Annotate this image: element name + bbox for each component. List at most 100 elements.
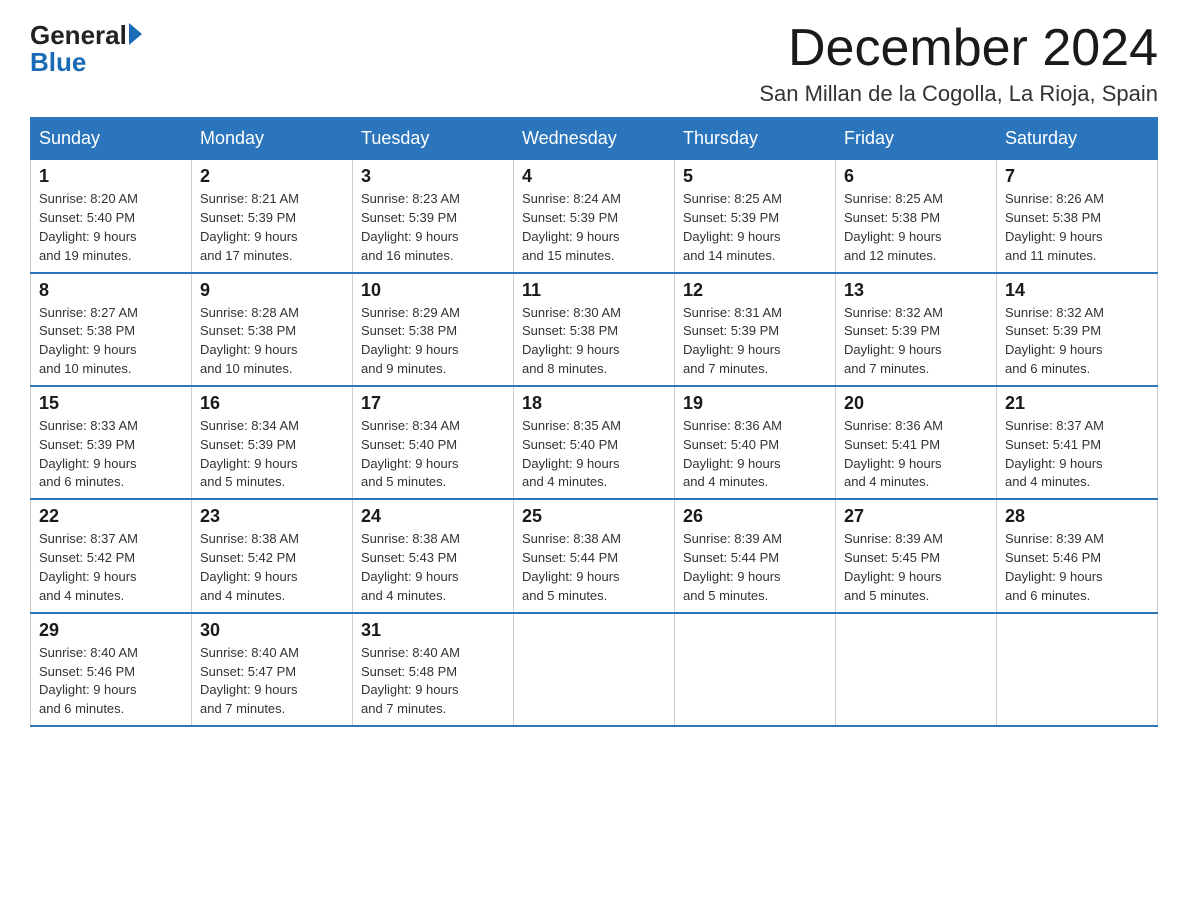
calendar-cell: 7 Sunrise: 8:26 AMSunset: 5:38 PMDayligh… (997, 160, 1158, 273)
month-title: December 2024 (759, 20, 1158, 77)
calendar-cell: 12 Sunrise: 8:31 AMSunset: 5:39 PMDaylig… (675, 273, 836, 386)
day-info: Sunrise: 8:37 AMSunset: 5:41 PMDaylight:… (1005, 418, 1104, 490)
day-info: Sunrise: 8:20 AMSunset: 5:40 PMDaylight:… (39, 191, 138, 263)
day-number: 22 (39, 506, 183, 527)
day-info: Sunrise: 8:31 AMSunset: 5:39 PMDaylight:… (683, 305, 782, 377)
day-number: 24 (361, 506, 505, 527)
day-info: Sunrise: 8:37 AMSunset: 5:42 PMDaylight:… (39, 531, 138, 603)
calendar-cell: 17 Sunrise: 8:34 AMSunset: 5:40 PMDaylig… (353, 386, 514, 499)
day-info: Sunrise: 8:23 AMSunset: 5:39 PMDaylight:… (361, 191, 460, 263)
day-number: 7 (1005, 166, 1149, 187)
day-number: 14 (1005, 280, 1149, 301)
day-number: 23 (200, 506, 344, 527)
day-number: 5 (683, 166, 827, 187)
day-number: 4 (522, 166, 666, 187)
day-number: 28 (1005, 506, 1149, 527)
header-day-friday: Friday (836, 118, 997, 160)
day-info: Sunrise: 8:34 AMSunset: 5:40 PMDaylight:… (361, 418, 460, 490)
day-number: 29 (39, 620, 183, 641)
calendar-cell: 30 Sunrise: 8:40 AMSunset: 5:47 PMDaylig… (192, 613, 353, 726)
day-info: Sunrise: 8:29 AMSunset: 5:38 PMDaylight:… (361, 305, 460, 377)
day-number: 2 (200, 166, 344, 187)
day-info: Sunrise: 8:38 AMSunset: 5:44 PMDaylight:… (522, 531, 621, 603)
calendar-cell: 24 Sunrise: 8:38 AMSunset: 5:43 PMDaylig… (353, 499, 514, 612)
day-info: Sunrise: 8:32 AMSunset: 5:39 PMDaylight:… (1005, 305, 1104, 377)
week-row-3: 15 Sunrise: 8:33 AMSunset: 5:39 PMDaylig… (31, 386, 1158, 499)
calendar-cell (514, 613, 675, 726)
calendar-cell: 21 Sunrise: 8:37 AMSunset: 5:41 PMDaylig… (997, 386, 1158, 499)
day-info: Sunrise: 8:30 AMSunset: 5:38 PMDaylight:… (522, 305, 621, 377)
header-day-saturday: Saturday (997, 118, 1158, 160)
day-info: Sunrise: 8:28 AMSunset: 5:38 PMDaylight:… (200, 305, 299, 377)
calendar-cell (997, 613, 1158, 726)
day-info: Sunrise: 8:34 AMSunset: 5:39 PMDaylight:… (200, 418, 299, 490)
day-info: Sunrise: 8:40 AMSunset: 5:46 PMDaylight:… (39, 645, 138, 717)
day-info: Sunrise: 8:36 AMSunset: 5:40 PMDaylight:… (683, 418, 782, 490)
day-number: 9 (200, 280, 344, 301)
calendar-body: 1 Sunrise: 8:20 AMSunset: 5:40 PMDayligh… (31, 160, 1158, 726)
header-day-wednesday: Wednesday (514, 118, 675, 160)
calendar-cell: 4 Sunrise: 8:24 AMSunset: 5:39 PMDayligh… (514, 160, 675, 273)
calendar-cell: 28 Sunrise: 8:39 AMSunset: 5:46 PMDaylig… (997, 499, 1158, 612)
day-number: 20 (844, 393, 988, 414)
location-title: San Millan de la Cogolla, La Rioja, Spai… (759, 81, 1158, 107)
calendar-header: SundayMondayTuesdayWednesdayThursdayFrid… (31, 118, 1158, 160)
day-info: Sunrise: 8:39 AMSunset: 5:44 PMDaylight:… (683, 531, 782, 603)
day-info: Sunrise: 8:25 AMSunset: 5:39 PMDaylight:… (683, 191, 782, 263)
day-info: Sunrise: 8:25 AMSunset: 5:38 PMDaylight:… (844, 191, 943, 263)
header-row: SundayMondayTuesdayWednesdayThursdayFrid… (31, 118, 1158, 160)
day-number: 19 (683, 393, 827, 414)
day-number: 31 (361, 620, 505, 641)
calendar-cell: 11 Sunrise: 8:30 AMSunset: 5:38 PMDaylig… (514, 273, 675, 386)
day-number: 16 (200, 393, 344, 414)
calendar-cell: 13 Sunrise: 8:32 AMSunset: 5:39 PMDaylig… (836, 273, 997, 386)
day-info: Sunrise: 8:39 AMSunset: 5:46 PMDaylight:… (1005, 531, 1104, 603)
day-info: Sunrise: 8:33 AMSunset: 5:39 PMDaylight:… (39, 418, 138, 490)
day-info: Sunrise: 8:40 AMSunset: 5:48 PMDaylight:… (361, 645, 460, 717)
week-row-1: 1 Sunrise: 8:20 AMSunset: 5:40 PMDayligh… (31, 160, 1158, 273)
day-info: Sunrise: 8:26 AMSunset: 5:38 PMDaylight:… (1005, 191, 1104, 263)
day-number: 25 (522, 506, 666, 527)
day-number: 11 (522, 280, 666, 301)
header-day-thursday: Thursday (675, 118, 836, 160)
calendar-cell: 31 Sunrise: 8:40 AMSunset: 5:48 PMDaylig… (353, 613, 514, 726)
day-number: 27 (844, 506, 988, 527)
calendar-cell: 2 Sunrise: 8:21 AMSunset: 5:39 PMDayligh… (192, 160, 353, 273)
calendar-cell: 26 Sunrise: 8:39 AMSunset: 5:44 PMDaylig… (675, 499, 836, 612)
calendar-cell: 6 Sunrise: 8:25 AMSunset: 5:38 PMDayligh… (836, 160, 997, 273)
week-row-2: 8 Sunrise: 8:27 AMSunset: 5:38 PMDayligh… (31, 273, 1158, 386)
day-number: 8 (39, 280, 183, 301)
calendar-cell (675, 613, 836, 726)
day-info: Sunrise: 8:27 AMSunset: 5:38 PMDaylight:… (39, 305, 138, 377)
day-number: 12 (683, 280, 827, 301)
day-info: Sunrise: 8:39 AMSunset: 5:45 PMDaylight:… (844, 531, 943, 603)
day-info: Sunrise: 8:32 AMSunset: 5:39 PMDaylight:… (844, 305, 943, 377)
day-number: 26 (683, 506, 827, 527)
header-day-tuesday: Tuesday (353, 118, 514, 160)
day-info: Sunrise: 8:21 AMSunset: 5:39 PMDaylight:… (200, 191, 299, 263)
day-info: Sunrise: 8:36 AMSunset: 5:41 PMDaylight:… (844, 418, 943, 490)
calendar-cell: 16 Sunrise: 8:34 AMSunset: 5:39 PMDaylig… (192, 386, 353, 499)
day-info: Sunrise: 8:38 AMSunset: 5:43 PMDaylight:… (361, 531, 460, 603)
logo-blue-text: Blue (30, 47, 86, 78)
calendar-cell: 10 Sunrise: 8:29 AMSunset: 5:38 PMDaylig… (353, 273, 514, 386)
calendar-cell: 8 Sunrise: 8:27 AMSunset: 5:38 PMDayligh… (31, 273, 192, 386)
calendar-cell: 29 Sunrise: 8:40 AMSunset: 5:46 PMDaylig… (31, 613, 192, 726)
day-number: 13 (844, 280, 988, 301)
calendar-cell: 15 Sunrise: 8:33 AMSunset: 5:39 PMDaylig… (31, 386, 192, 499)
calendar-table: SundayMondayTuesdayWednesdayThursdayFrid… (30, 117, 1158, 727)
day-number: 3 (361, 166, 505, 187)
calendar-cell: 14 Sunrise: 8:32 AMSunset: 5:39 PMDaylig… (997, 273, 1158, 386)
day-info: Sunrise: 8:40 AMSunset: 5:47 PMDaylight:… (200, 645, 299, 717)
day-number: 21 (1005, 393, 1149, 414)
calendar-cell: 22 Sunrise: 8:37 AMSunset: 5:42 PMDaylig… (31, 499, 192, 612)
header-day-sunday: Sunday (31, 118, 192, 160)
calendar-cell: 18 Sunrise: 8:35 AMSunset: 5:40 PMDaylig… (514, 386, 675, 499)
day-number: 30 (200, 620, 344, 641)
calendar-cell: 27 Sunrise: 8:39 AMSunset: 5:45 PMDaylig… (836, 499, 997, 612)
day-number: 10 (361, 280, 505, 301)
calendar-cell: 3 Sunrise: 8:23 AMSunset: 5:39 PMDayligh… (353, 160, 514, 273)
title-section: December 2024 San Millan de la Cogolla, … (759, 20, 1158, 107)
day-number: 1 (39, 166, 183, 187)
header-day-monday: Monday (192, 118, 353, 160)
